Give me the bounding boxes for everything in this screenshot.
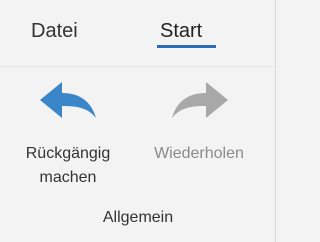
- active-tab-indicator: [157, 45, 216, 48]
- group-label: Allgemein: [102, 209, 174, 226]
- undo-label: Rückgängig machen: [6, 142, 130, 190]
- undo-label-line-1: Rückgängig: [25, 145, 111, 162]
- ribbon: Datei Start Rückgängig machen Wiederhole…: [0, 0, 276, 242]
- tab-start[interactable]: Start: [160, 16, 202, 46]
- tab-datei[interactable]: Datei: [31, 16, 78, 46]
- redo-arrow-icon: [172, 82, 228, 118]
- redo-label: Wiederholen: [136, 142, 262, 166]
- redo-button[interactable]: Wiederholen: [136, 70, 262, 205]
- redo-label-line-1: Wiederholen: [154, 145, 244, 162]
- tab-bar-divider: [0, 66, 276, 67]
- undo-button[interactable]: Rückgängig machen: [6, 70, 130, 205]
- undo-label-line-2: machen: [39, 169, 97, 186]
- ribbon-tab-bar: Datei Start: [0, 0, 276, 70]
- undo-arrow-icon: [40, 82, 96, 118]
